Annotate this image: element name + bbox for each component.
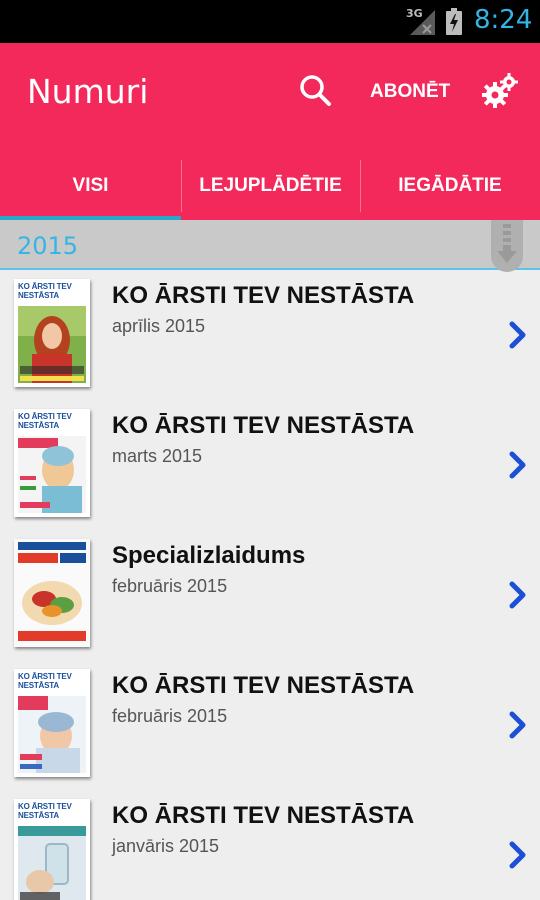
- issue-cover-thumbnail: KO ĀRSTI TEV NESTĀSTA: [14, 799, 90, 900]
- arrow-down-icon: [497, 224, 517, 263]
- issue-title: Specializlaidums: [112, 542, 306, 569]
- clock: 8:24: [474, 5, 533, 35]
- list-item[interactable]: KO ĀRSTI TEV NESTĀSTA KO ĀRSTI TEV NESTĀ…: [0, 402, 540, 532]
- issue-title: KO ĀRSTI TEV NESTĀSTA: [112, 282, 415, 309]
- issue-cover-thumbnail: KO ĀRSTI TEV NESTĀSTA: [14, 669, 90, 777]
- tab-downloaded-label: LEJUPLĀDĒTIE: [199, 175, 342, 196]
- issue-cover-thumbnail: [14, 539, 90, 647]
- tab-all-label: VISI: [72, 175, 109, 196]
- issue-cover-thumbnail: KO ĀRSTI TEV NESTĀSTA: [14, 279, 90, 387]
- tab-all[interactable]: VISI: [0, 152, 181, 220]
- tab-purchased-label: IEGĀDĀTIE: [398, 175, 502, 196]
- year-label: 2015: [17, 232, 79, 260]
- subscribe-button[interactable]: ABONĒT: [370, 81, 450, 103]
- list-item[interactable]: KO ĀRSTI TEV NESTĀSTA KO ĀRSTI TEV NESTĀ…: [0, 792, 540, 900]
- fast-scroll-handle[interactable]: [491, 220, 523, 272]
- issue-title: KO ĀRSTI TEV NESTĀSTA: [112, 802, 415, 829]
- tab-purchased[interactable]: IEGĀDĀTIE: [360, 152, 540, 220]
- issue-date: janvāris 2015: [112, 836, 220, 856]
- cover-photo: [18, 696, 86, 773]
- chevron-right-icon[interactable]: [506, 450, 530, 480]
- chevron-right-icon[interactable]: [506, 320, 530, 350]
- action-bar: Numuri ABONĒT VISI LEJUPLĀDĒTIE IEGĀDĀTI…: [0, 43, 540, 220]
- search-icon: [300, 75, 331, 106]
- issue-date: aprīlis 2015: [112, 316, 206, 336]
- cover-masthead: KO ĀRSTI TEV NESTĀSTA: [18, 672, 72, 690]
- issue-title: KO ĀRSTI TEV NESTĀSTA: [112, 412, 415, 439]
- cover-photo: [18, 306, 86, 383]
- issue-date: februāris 2015: [112, 576, 228, 596]
- issue-date: marts 2015: [112, 446, 203, 466]
- cover-masthead: KO ĀRSTI TEV NESTĀSTA: [18, 412, 72, 430]
- cover-masthead: KO ĀRSTI TEV NESTĀSTA: [18, 282, 72, 300]
- tab-bar: VISI LEJUPLĀDĒTIE IEGĀDĀTIE: [0, 152, 540, 220]
- list-item[interactable]: KO ĀRSTI TEV NESTĀSTA KO ĀRSTI TEV NESTĀ…: [0, 272, 540, 402]
- chevron-right-icon[interactable]: [506, 710, 530, 740]
- cover-photo: [18, 436, 86, 513]
- page-title: Numuri: [27, 72, 149, 111]
- issue-date: februāris 2015: [112, 706, 228, 726]
- cover-photo: [14, 539, 90, 647]
- battery-charging-icon: [446, 8, 462, 35]
- tab-downloaded[interactable]: LEJUPLĀDĒTIE: [181, 152, 360, 220]
- status-bar: 3G 8:24: [0, 0, 540, 43]
- list-item[interactable]: KO ĀRSTI TEV NESTĀSTA KO ĀRSTI TEV NESTĀ…: [0, 662, 540, 792]
- chevron-right-icon[interactable]: [506, 840, 530, 870]
- gears-icon: [482, 73, 518, 108]
- cover-masthead: KO ĀRSTI TEV NESTĀSTA: [18, 802, 72, 820]
- chevron-right-icon[interactable]: [506, 580, 530, 610]
- issue-title: KO ĀRSTI TEV NESTĀSTA: [112, 672, 415, 699]
- search-button[interactable]: [296, 71, 336, 111]
- settings-button[interactable]: [480, 71, 520, 111]
- issue-cover-thumbnail: KO ĀRSTI TEV NESTĀSTA: [14, 409, 90, 517]
- cover-photo: [18, 826, 86, 900]
- year-section-header: 2015: [0, 220, 540, 272]
- network-signal-icon: 3G: [403, 7, 437, 36]
- list-item[interactable]: Specializlaidums februāris 2015: [0, 532, 540, 662]
